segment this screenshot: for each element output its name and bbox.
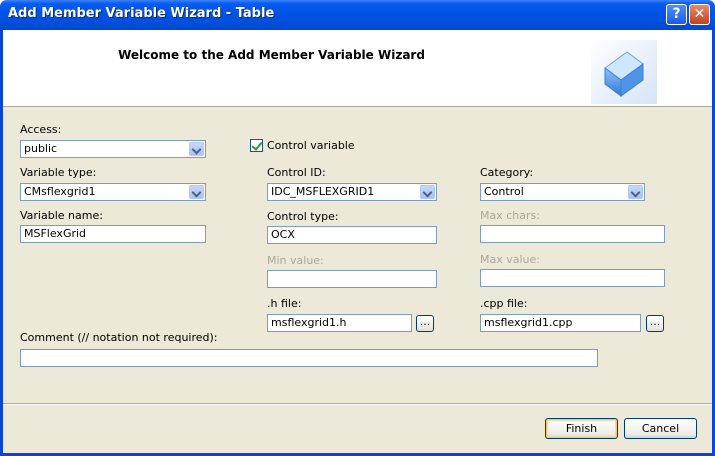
min-value-label: Min value: [267, 254, 324, 267]
control-id-combo[interactable]: IDC_MSFLEXGRID1 [267, 183, 437, 201]
chevron-down-icon[interactable] [189, 185, 204, 199]
comment-label: Comment (// notation not required): [20, 331, 218, 344]
variable-type-combo[interactable]: CMsflexgrid1 [20, 183, 206, 201]
control-type-label: Control type: [267, 210, 339, 223]
variable-name-field[interactable]: MSFlexGrid [20, 225, 206, 243]
window-title: Add Member Variable Wizard - Table [8, 6, 275, 21]
comment-field[interactable] [20, 349, 598, 367]
variable-type-value: CMsflexgrid1 [24, 185, 96, 198]
wizard-header: Welcome to the Add Member Variable Wizar… [3, 30, 712, 107]
max-value-field[interactable] [480, 269, 665, 287]
access-value: public [24, 142, 58, 155]
h-file-field[interactable]: msflexgrid1.h [267, 314, 412, 332]
cancel-button[interactable]: Cancel [624, 418, 697, 439]
footer-divider [3, 403, 712, 405]
max-value-label: Max value: [480, 253, 540, 266]
control-variable-checkbox[interactable] [250, 139, 263, 152]
cube-icon [591, 40, 657, 104]
control-id-label: Control ID: [267, 166, 326, 179]
category-combo[interactable]: Control [480, 183, 645, 201]
dialog-body: Welcome to the Add Member Variable Wizar… [3, 30, 712, 453]
category-value: Control [484, 185, 524, 198]
cpp-file-browse-button[interactable]: ... [646, 315, 664, 332]
cpp-file-field[interactable]: msflexgrid1.cpp [480, 314, 641, 332]
control-type-field[interactable]: OCX [267, 226, 437, 244]
category-label: Category: [480, 166, 534, 179]
dialog-window: Add Member Variable Wizard - Table ? ✕ W… [0, 0, 715, 456]
cpp-file-label: .cpp file: [480, 297, 528, 310]
help-button[interactable]: ? [666, 4, 687, 25]
chevron-down-icon[interactable] [189, 142, 204, 156]
chevron-down-icon[interactable] [420, 185, 435, 199]
title-bar[interactable]: Add Member Variable Wizard - Table ? ✕ [0, 0, 715, 30]
wizard-title: Welcome to the Add Member Variable Wizar… [118, 48, 425, 62]
finish-button[interactable]: Finish [545, 418, 618, 439]
max-chars-label: Max chars: [480, 209, 540, 222]
chevron-down-icon[interactable] [628, 185, 643, 199]
access-label: Access: [20, 123, 62, 136]
h-file-browse-button[interactable]: ... [416, 315, 434, 332]
min-value-field[interactable] [267, 270, 437, 288]
close-button[interactable]: ✕ [689, 4, 710, 25]
variable-type-label: Variable type: [20, 166, 97, 179]
variable-name-label: Variable name: [20, 209, 103, 222]
control-variable-label[interactable]: Control variable [267, 139, 355, 152]
h-file-label: .h file: [267, 297, 302, 310]
access-combo[interactable]: public [20, 140, 206, 158]
max-chars-field[interactable] [480, 225, 665, 243]
control-id-value: IDC_MSFLEXGRID1 [271, 185, 375, 198]
